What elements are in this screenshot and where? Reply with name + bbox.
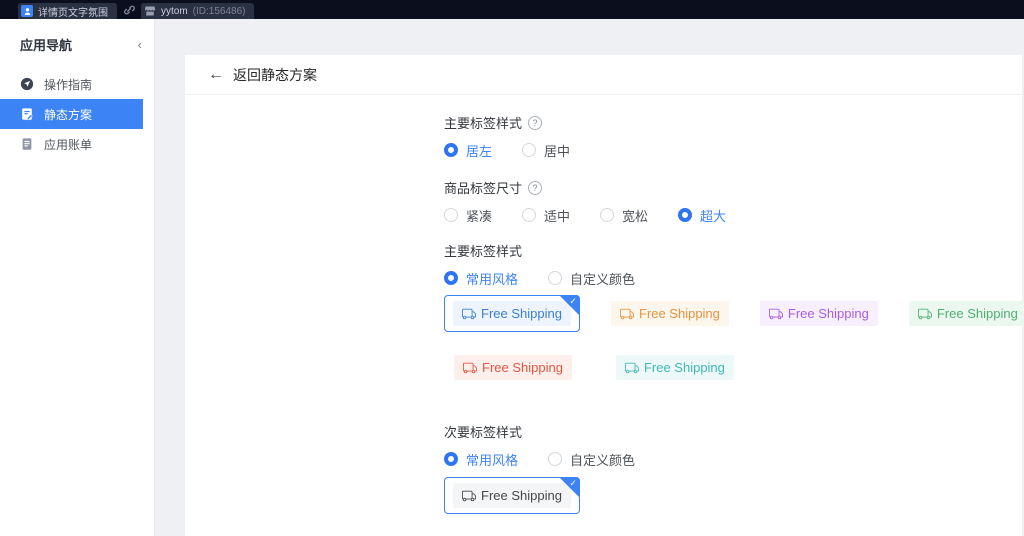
group-label-text: 商品标签尺寸 <box>444 181 523 196</box>
main-panel: ← 返回静态方案 主要标签样式 ? 居左 居中 商品标签尺寸 ? 紧凑 适中 宽… <box>185 55 1024 536</box>
group-label-secondary-style: 次要标签样式 <box>444 424 1022 440</box>
truck-icon <box>917 308 932 319</box>
app-tab-label: 详情页文字氛围 <box>38 7 108 19</box>
topbar: 详情页文字氛围 yytom (ID:156486) <box>0 0 1024 19</box>
radio-label: 宽松 <box>622 208 649 224</box>
radio-group-size: 紧凑 适中 宽松 超大 <box>444 206 1022 225</box>
truck-icon <box>619 308 634 319</box>
radio-label: 紧凑 <box>466 208 493 224</box>
check-icon: ✓ <box>569 296 577 306</box>
tag-text: Free Shipping <box>481 306 562 321</box>
collapse-icon[interactable]: ‹ <box>138 37 142 52</box>
radio-icon <box>444 208 458 222</box>
group-label-size: 商品标签尺寸 ? <box>444 180 1022 196</box>
radio-size-compact[interactable]: 紧凑 <box>444 206 492 225</box>
truck-icon <box>624 362 639 373</box>
tag-sample-blue: Free Shipping <box>453 301 571 326</box>
check-icon: ✓ <box>569 478 577 488</box>
tag-text: Free Shipping <box>638 306 720 321</box>
help-icon[interactable]: ? <box>528 115 543 130</box>
sidebar-item-label: 应用账单 <box>44 137 93 152</box>
radio-size-loose[interactable]: 宽松 <box>600 206 648 225</box>
radio-icon <box>444 143 458 157</box>
group-label-text: 主要标签样式 <box>444 244 523 259</box>
bill-icon <box>22 138 32 150</box>
tab-app[interactable]: 详情页文字氛围 <box>18 3 117 19</box>
radio-label: 适中 <box>544 208 571 224</box>
settings-form: 主要标签样式 ? 居左 居中 商品标签尺寸 ? 紧凑 适中 宽松 超大 主要标签… <box>185 95 1024 514</box>
sidebar-item-guide[interactable]: 操作指南 <box>0 69 143 99</box>
sidebar-item-scheme[interactable]: 静态方案 <box>0 99 143 129</box>
radio-label: 常用风格 <box>466 452 519 468</box>
radio-group-secondary-style: 常用风格 自定义颜色 <box>444 450 1022 469</box>
radio-icon <box>522 208 537 222</box>
tag-text: Free Shipping <box>787 306 869 321</box>
link-icon <box>123 4 135 16</box>
sidebar-item-billing[interactable]: 应用账单 <box>0 129 143 159</box>
radio-group-primary-style: 常用风格 自定义颜色 <box>444 269 1022 288</box>
back-arrow-icon: ← <box>208 65 224 83</box>
radio-common-style[interactable]: 常用风格 <box>444 269 518 288</box>
radio-label: 自定义颜色 <box>570 452 636 468</box>
group-label-text: 主要标签样式 <box>444 116 523 131</box>
back-label: 返回静态方案 <box>233 66 317 83</box>
secondary-preset-row: Free Shipping ✓ <box>444 477 1022 514</box>
radio-size-medium[interactable]: 适中 <box>522 206 570 225</box>
help-icon[interactable]: ? <box>528 180 543 195</box>
preset-gray-selected[interactable]: Free Shipping ✓ <box>444 477 580 514</box>
radio-icon <box>678 208 693 222</box>
radio-label: 自定义颜色 <box>570 271 636 287</box>
tag-sample-gray: Free Shipping <box>453 483 571 508</box>
radio-label: 超大 <box>700 208 727 224</box>
sidebar-item-label: 操作指南 <box>44 77 93 92</box>
document-edit-icon <box>22 108 33 121</box>
radio-group-align: 居左 居中 <box>444 141 1022 160</box>
radio-secondary-custom-color[interactable]: 自定义颜色 <box>548 450 635 469</box>
compass-icon <box>20 77 34 91</box>
radio-align-left[interactable]: 居左 <box>444 141 492 160</box>
store-icon <box>144 5 156 17</box>
sidebar: 应用导航 ‹ 操作指南 静态方案 应用账单 <box>0 19 155 536</box>
tag-text: Free Shipping <box>936 306 1018 321</box>
shop-id: (ID:156486) <box>192 5 246 17</box>
truck-icon <box>462 490 476 501</box>
radio-size-xl[interactable]: 超大 <box>678 206 726 225</box>
tab-shop[interactable]: yytom (ID:156486) <box>141 3 255 19</box>
back-button[interactable]: ← 返回静态方案 <box>185 55 1022 95</box>
radio-label: 常用风格 <box>466 271 519 287</box>
radio-icon <box>600 208 615 222</box>
radio-icon <box>444 452 458 466</box>
truck-icon <box>463 362 477 373</box>
primary-preset-row-2: Free Shipping Free Shipping <box>454 355 1022 380</box>
radio-icon <box>548 452 563 466</box>
preset-red[interactable]: Free Shipping <box>454 355 572 380</box>
group-label-text: 次要标签样式 <box>444 425 523 440</box>
sidebar-title: 应用导航 <box>20 38 73 53</box>
shop-name: yytom <box>161 5 188 17</box>
group-label-align: 主要标签样式 ? <box>444 115 1022 131</box>
radio-icon <box>548 271 563 285</box>
radio-label: 居中 <box>544 143 571 159</box>
preset-purple[interactable]: Free Shipping <box>759 301 878 326</box>
radio-custom-color[interactable]: 自定义颜色 <box>548 269 635 288</box>
group-label-primary-style: 主要标签样式 <box>444 243 1022 259</box>
sidebar-item-label: 静态方案 <box>44 107 93 122</box>
preset-blue-selected[interactable]: Free Shipping ✓ <box>444 295 580 332</box>
tag-text: Free Shipping <box>482 360 563 375</box>
truck-icon <box>462 308 476 319</box>
preset-teal[interactable]: Free Shipping <box>615 355 734 380</box>
primary-preset-row-1: Free Shipping ✓ Free Shipping Free Shipp… <box>444 294 1024 333</box>
preset-green[interactable]: Free Shipping <box>908 301 1024 326</box>
tag-text: Free Shipping <box>643 360 725 375</box>
radio-icon <box>444 271 458 285</box>
tag-text: Free Shipping <box>481 488 562 503</box>
app-user-icon <box>21 5 33 17</box>
truck-icon <box>768 308 783 319</box>
radio-label: 居左 <box>466 143 493 159</box>
radio-secondary-common-style[interactable]: 常用风格 <box>444 450 518 469</box>
radio-icon <box>522 143 537 157</box>
preset-orange[interactable]: Free Shipping <box>610 301 729 326</box>
radio-align-center[interactable]: 居中 <box>522 141 570 160</box>
